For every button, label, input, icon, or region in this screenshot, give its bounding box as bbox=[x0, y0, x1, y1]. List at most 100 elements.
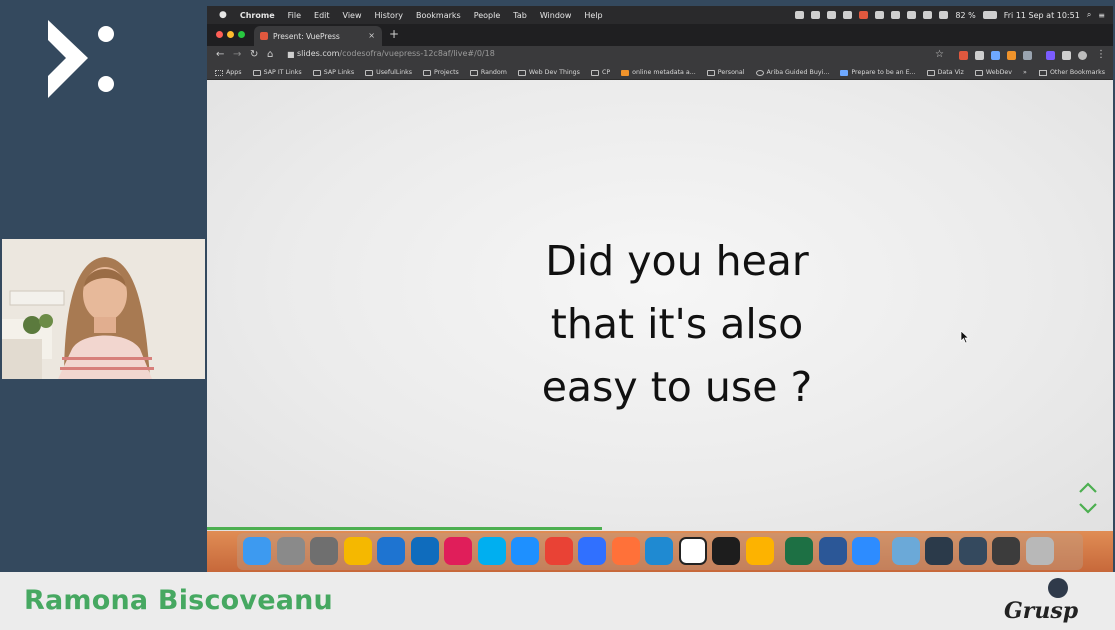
bookmark-link[interactable]: online metadata a... bbox=[621, 69, 696, 76]
profile-avatar-icon[interactable] bbox=[1078, 51, 1087, 60]
extension-4-icon[interactable] bbox=[1007, 51, 1016, 60]
volume-icon[interactable] bbox=[939, 11, 949, 19]
bookmark-folder[interactable]: SAP IT Links bbox=[252, 69, 302, 76]
presentation-slide[interactable]: Did you hear that it's also easy to use … bbox=[207, 80, 1113, 531]
bookmark-folder[interactable]: WebDev bbox=[974, 69, 1012, 76]
extension-3-icon[interactable] bbox=[991, 51, 1000, 60]
slide-navigation-arrows bbox=[1079, 482, 1097, 514]
bookmark-folder[interactable]: Data Viz bbox=[926, 69, 964, 76]
menu-tab[interactable]: Tab bbox=[513, 11, 527, 20]
browser-menu-icon[interactable]: ⋮ bbox=[1096, 49, 1106, 60]
extension-5-icon[interactable] bbox=[1023, 51, 1032, 60]
downloads-folder-icon[interactable] bbox=[891, 537, 920, 565]
forward-icon[interactable]: → bbox=[233, 49, 241, 60]
bookmark-folder[interactable]: UsefulLinks bbox=[365, 69, 412, 76]
wifi-icon[interactable] bbox=[923, 11, 933, 19]
skype-icon[interactable] bbox=[477, 537, 506, 565]
menu-people[interactable]: People bbox=[474, 11, 501, 20]
vscode-icon[interactable] bbox=[645, 537, 673, 565]
site-favicon-icon bbox=[621, 69, 630, 76]
cloud-icon[interactable] bbox=[811, 11, 821, 19]
bookmark-star-icon[interactable]: ☆ bbox=[935, 49, 944, 60]
menu-view[interactable]: View bbox=[343, 11, 362, 20]
control-center-icon[interactable]: ≡ bbox=[1098, 11, 1105, 20]
browser-tab-strip: Present: VuePress × + bbox=[207, 24, 1113, 46]
slack-icon[interactable] bbox=[444, 537, 472, 565]
extensions-puzzle-icon[interactable] bbox=[1062, 51, 1071, 60]
launchpad-icon[interactable] bbox=[276, 537, 305, 565]
other-bookmarks[interactable]: Other Bookmarks bbox=[1038, 69, 1105, 76]
bookmark-folder[interactable]: Personal bbox=[706, 69, 745, 76]
zoom-icon[interactable] bbox=[852, 537, 880, 565]
menu-history[interactable]: History bbox=[375, 11, 403, 20]
lock-icon[interactable] bbox=[343, 537, 372, 565]
word-icon[interactable] bbox=[818, 537, 847, 565]
excel-icon[interactable] bbox=[785, 537, 813, 565]
extension-2-icon[interactable] bbox=[975, 51, 984, 60]
window-thumbnail-2-icon[interactable] bbox=[958, 537, 987, 565]
bookmarks-overflow-button[interactable]: » bbox=[1023, 69, 1027, 76]
tab-title: Present: VuePress bbox=[273, 31, 340, 41]
grusp-logo-text: Grusp bbox=[1004, 598, 1078, 624]
window-thumbnail-1-icon[interactable] bbox=[925, 537, 953, 565]
app-menu-chrome[interactable]: Chrome bbox=[240, 11, 275, 20]
bookmark-folder[interactable]: Random bbox=[469, 69, 507, 76]
bookmark-folder[interactable]: CP bbox=[590, 69, 610, 76]
record-icon[interactable] bbox=[859, 11, 869, 19]
menu-bookmarks[interactable]: Bookmarks bbox=[416, 11, 461, 20]
extension-6-icon[interactable] bbox=[1046, 51, 1055, 60]
display-icon[interactable] bbox=[891, 11, 901, 19]
folder-icon bbox=[706, 69, 715, 76]
close-tab-icon[interactable]: × bbox=[368, 31, 375, 40]
bookmark-apps[interactable]: Apps bbox=[215, 69, 242, 76]
bookmark-folder[interactable]: Web Dev Things bbox=[517, 69, 580, 76]
onedrive-icon[interactable] bbox=[377, 537, 405, 565]
system-preferences-icon[interactable] bbox=[310, 537, 338, 565]
extension-1-icon[interactable] bbox=[959, 51, 968, 60]
browser-tab-active[interactable]: Present: VuePress × bbox=[254, 26, 382, 46]
apple-icon[interactable]: ● bbox=[219, 10, 227, 20]
folder-icon bbox=[974, 69, 983, 76]
bookmark-link[interactable]: Ariba Guided Buyi... bbox=[755, 69, 830, 76]
folder-icon bbox=[365, 69, 374, 76]
slide-down-arrow-icon[interactable] bbox=[1079, 503, 1097, 514]
shield-icon[interactable] bbox=[795, 11, 805, 19]
menu-edit[interactable]: Edit bbox=[314, 11, 330, 20]
bookmark-folder[interactable]: Projects bbox=[423, 69, 459, 76]
address-bar[interactable]: slides.com/codesofra/vuepress-12c8af/liv… bbox=[297, 49, 495, 58]
bluetooth-icon[interactable] bbox=[907, 11, 917, 19]
menu-window[interactable]: Window bbox=[540, 11, 572, 20]
back-icon[interactable]: ← bbox=[216, 49, 224, 60]
screen-share-icon[interactable] bbox=[875, 11, 885, 19]
menu-bar-clock[interactable]: Fri 11 Sep at 10:51 bbox=[1004, 11, 1080, 20]
battery-icon[interactable] bbox=[982, 11, 997, 19]
reload-icon[interactable]: ↻ bbox=[250, 49, 258, 60]
safari-icon[interactable] bbox=[511, 537, 539, 565]
new-tab-button[interactable]: + bbox=[389, 27, 399, 41]
bookmark-link[interactable]: Prepare to be an E... bbox=[840, 69, 916, 76]
home-icon[interactable]: ⌂ bbox=[267, 49, 273, 60]
firefox-developer-icon[interactable] bbox=[578, 537, 606, 565]
trash-icon[interactable] bbox=[1025, 537, 1054, 565]
spotlight-search-icon[interactable]: ⌕ bbox=[1087, 10, 1091, 20]
macos-dock bbox=[237, 533, 1083, 570]
sync-icon[interactable] bbox=[843, 11, 853, 19]
minimize-window-button[interactable] bbox=[227, 31, 234, 38]
bookmark-folder[interactable]: SAP Links bbox=[312, 69, 354, 76]
menu-help[interactable]: Help bbox=[584, 11, 602, 20]
window-thumbnail-3-icon[interactable] bbox=[992, 537, 1020, 565]
outlook-icon[interactable] bbox=[410, 537, 439, 565]
chrome-icon[interactable] bbox=[544, 537, 573, 565]
moon-icon[interactable] bbox=[827, 11, 837, 19]
sketch-icon[interactable] bbox=[745, 537, 774, 565]
slide-up-arrow-icon[interactable] bbox=[1079, 482, 1097, 493]
terminal-icon[interactable] bbox=[712, 537, 740, 565]
finder-icon[interactable] bbox=[243, 537, 271, 565]
macos-menu-bar: ● Chrome File Edit View History Bookmark… bbox=[207, 6, 1113, 24]
notion-icon[interactable] bbox=[678, 537, 707, 565]
zoom-window-button[interactable] bbox=[238, 31, 245, 38]
close-window-button[interactable] bbox=[216, 31, 223, 38]
firefox-icon[interactable] bbox=[611, 537, 640, 565]
menu-file[interactable]: File bbox=[288, 11, 301, 20]
bookmark-label: Ariba Guided Buyi... bbox=[766, 69, 830, 76]
